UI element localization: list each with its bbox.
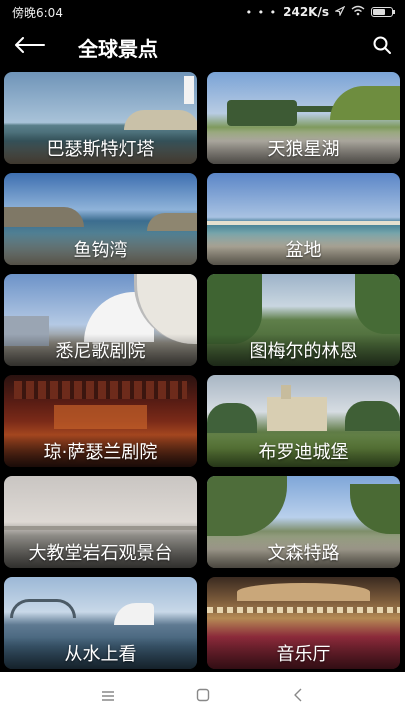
attraction-card[interactable]: 图梅尔的林恩	[207, 274, 400, 366]
nav-back-button[interactable]	[278, 676, 318, 716]
attraction-card[interactable]: 布罗迪城堡	[207, 375, 400, 467]
attraction-name: 图梅尔的林恩	[207, 334, 400, 366]
attraction-name: 音乐厅	[207, 637, 400, 669]
attraction-card[interactable]: 大教堂岩石观景台	[4, 476, 197, 568]
battery-icon	[371, 7, 395, 17]
attraction-name: 文森特路	[207, 536, 400, 568]
page-title: 全球景点	[78, 36, 158, 61]
status-dots: • • •	[245, 5, 278, 19]
back-button[interactable]	[0, 24, 60, 70]
attraction-card[interactable]: 音乐厅	[207, 577, 400, 669]
search-button[interactable]	[359, 24, 405, 70]
attraction-card[interactable]: 从水上看	[4, 577, 197, 669]
attraction-card[interactable]: 盆地	[207, 173, 400, 265]
status-indicators: • • • 242K/s	[245, 5, 395, 19]
back-arrow-icon	[14, 37, 46, 57]
attraction-card[interactable]: 文森特路	[207, 476, 400, 568]
menu-icon	[101, 687, 115, 706]
attraction-name: 巴瑟斯特灯塔	[4, 132, 197, 164]
system-nav-bar	[0, 672, 405, 720]
attraction-name: 鱼钩湾	[4, 233, 197, 265]
app-bar: 全球景点	[0, 24, 405, 70]
network-speed: 242K/s	[283, 5, 329, 19]
nav-menu-button[interactable]	[88, 676, 128, 716]
wifi-icon	[351, 5, 365, 19]
attraction-name: 天狼星湖	[207, 132, 400, 164]
attraction-name: 从水上看	[4, 637, 197, 669]
home-square-icon	[196, 687, 210, 706]
attraction-card[interactable]: 琼·萨瑟兰剧院	[4, 375, 197, 467]
attraction-name: 大教堂岩石观景台	[4, 536, 197, 568]
nav-home-button[interactable]	[183, 676, 223, 716]
attraction-card[interactable]: 悉尼歌剧院	[4, 274, 197, 366]
attraction-name: 琼·萨瑟兰剧院	[4, 435, 197, 467]
search-icon	[372, 35, 392, 59]
location-icon	[334, 5, 346, 19]
attraction-name: 悉尼歌剧院	[4, 334, 197, 366]
status-bar: 傍晚6:04 • • • 242K/s	[0, 0, 405, 24]
attraction-card[interactable]: 天狼星湖	[207, 72, 400, 164]
attraction-grid: 巴瑟斯特灯塔 天狼星湖 鱼钩湾 盆地 悉尼歌剧院 图梅尔的林恩 琼·萨瑟兰剧院 …	[4, 72, 401, 669]
attraction-card[interactable]: 巴瑟斯特灯塔	[4, 72, 197, 164]
attraction-card[interactable]: 鱼钩湾	[4, 173, 197, 265]
attraction-name: 布罗迪城堡	[207, 435, 400, 467]
attraction-name: 盆地	[207, 233, 400, 265]
back-triangle-icon	[293, 687, 303, 706]
status-time: 傍晚6:04	[12, 5, 63, 20]
